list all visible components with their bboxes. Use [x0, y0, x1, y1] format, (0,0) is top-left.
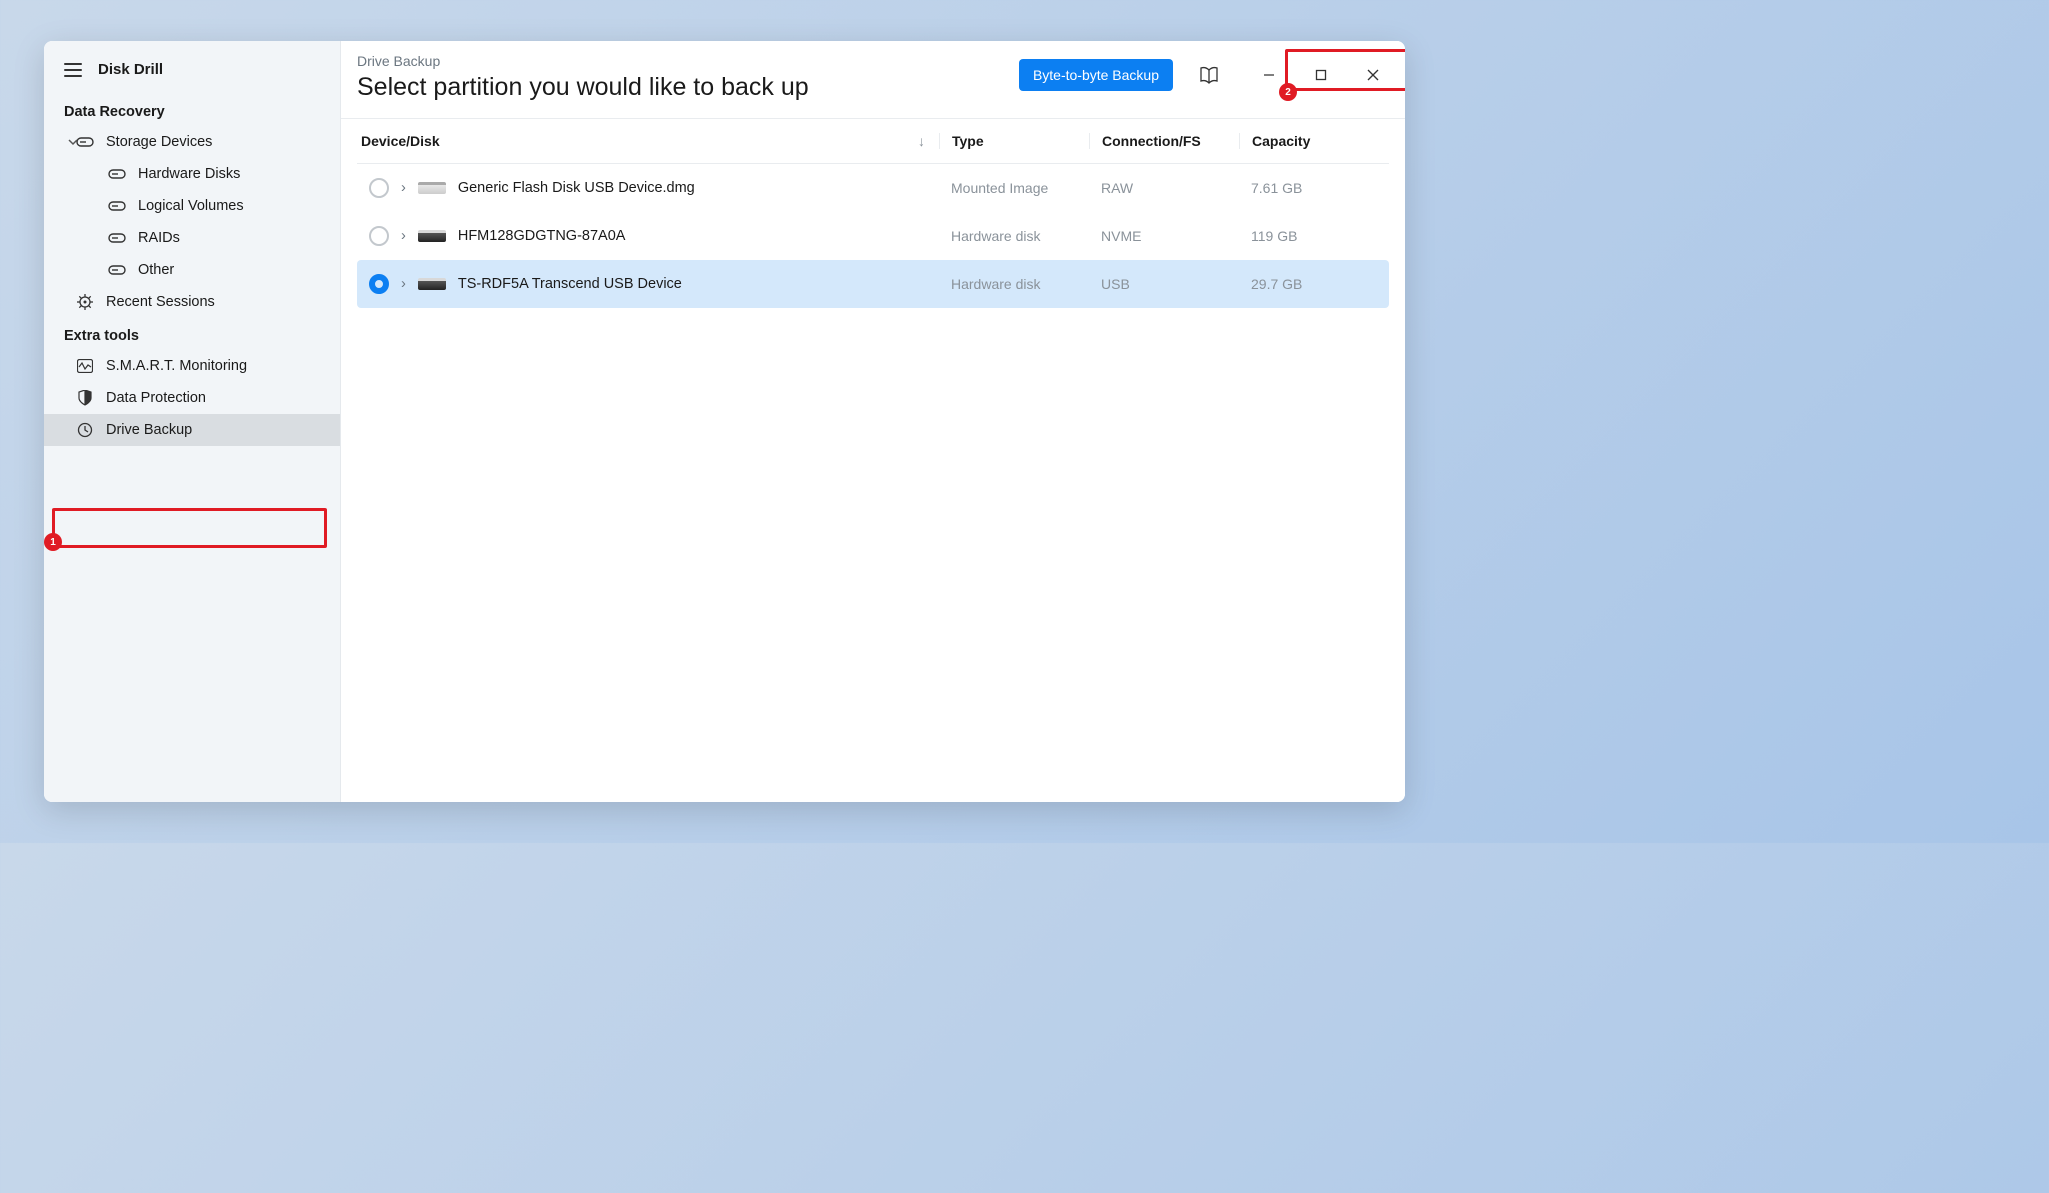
sidebar-item-label: Drive Backup	[106, 422, 192, 438]
main-content: Drive Backup Select partition you would …	[341, 41, 1405, 802]
nav-section-extra-tools: Extra tools	[44, 318, 340, 350]
table-header: Device/Disk ↓ Type Connection/FS Capacit…	[357, 119, 1389, 164]
sidebar-item-data-protection[interactable]: Data Protection	[44, 382, 340, 414]
sidebar-item-label: Logical Volumes	[138, 198, 244, 214]
sidebar-item-label: RAIDs	[138, 230, 180, 246]
sidebar-item-hardware-disks[interactable]: Hardware Disks	[44, 158, 340, 190]
sidebar-item-smart-monitoring[interactable]: S.M.A.R.T. Monitoring	[44, 350, 340, 382]
drive-icon	[418, 182, 446, 194]
sidebar-item-other[interactable]: Other	[44, 254, 340, 286]
device-name: HFM128GDGTNG-87A0A	[458, 228, 626, 244]
radio-button[interactable]	[369, 274, 389, 294]
table-row[interactable]: › Generic Flash Disk USB Device.dmg Moun…	[357, 164, 1389, 212]
breadcrumb: Drive Backup	[357, 53, 1019, 69]
chevron-right-icon[interactable]: ›	[401, 228, 406, 244]
device-capacity: 119 GB	[1239, 228, 1389, 244]
sidebar-item-label: Data Protection	[106, 390, 206, 406]
device-type: Hardware disk	[939, 276, 1089, 292]
radio-button[interactable]	[369, 226, 389, 246]
col-header-connection[interactable]: Connection/FS	[1089, 133, 1239, 149]
annotation-badge-2: 2	[1279, 83, 1297, 101]
device-connection: USB	[1089, 276, 1239, 292]
chevron-down-icon	[68, 137, 78, 147]
app-title: Disk Drill	[98, 61, 163, 78]
disk-icon	[108, 230, 126, 246]
sort-arrow-icon: ↓	[918, 133, 925, 149]
clock-icon	[76, 422, 94, 438]
sidebar-item-label: Other	[138, 262, 174, 278]
col-header-capacity[interactable]: Capacity	[1239, 133, 1389, 149]
sidebar-item-logical-volumes[interactable]: Logical Volumes	[44, 190, 340, 222]
maximize-button[interactable]	[1305, 59, 1337, 91]
table-row[interactable]: › HFM128GDGTNG-87A0A Hardware disk NVME …	[357, 212, 1389, 260]
chevron-right-icon[interactable]: ›	[401, 180, 406, 196]
sidebar-item-label: S.M.A.R.T. Monitoring	[106, 358, 247, 374]
annotation-highlight-1	[52, 508, 327, 548]
nav-section-data-recovery: Data Recovery	[44, 94, 340, 126]
device-capacity: 7.61 GB	[1239, 180, 1389, 196]
sidebar-item-label: Storage Devices	[106, 134, 212, 150]
sidebar-item-label: Hardware Disks	[138, 166, 240, 182]
menu-icon[interactable]	[64, 63, 82, 77]
disk-icon	[108, 198, 126, 214]
sidebar-item-storage-devices[interactable]: Storage Devices	[44, 126, 340, 158]
reader-icon[interactable]	[1193, 59, 1225, 91]
table-row[interactable]: › TS-RDF5A Transcend USB Device Hardware…	[357, 260, 1389, 308]
device-connection: NVME	[1089, 228, 1239, 244]
close-button[interactable]	[1357, 59, 1389, 91]
disk-icon	[108, 166, 126, 182]
col-header-type[interactable]: Type	[939, 133, 1089, 149]
page-title: Select partition you would like to back …	[357, 73, 1019, 102]
sidebar-item-label: Recent Sessions	[106, 294, 215, 310]
drive-icon	[418, 278, 446, 290]
chevron-right-icon[interactable]: ›	[401, 276, 406, 292]
sidebar: Disk Drill Data Recovery Storage Devices…	[44, 41, 341, 802]
sidebar-item-drive-backup[interactable]: Drive Backup	[44, 414, 340, 446]
gear-icon	[76, 294, 94, 310]
radio-button[interactable]	[369, 178, 389, 198]
device-table: Device/Disk ↓ Type Connection/FS Capacit…	[341, 119, 1405, 308]
col-header-label: Device/Disk	[361, 133, 440, 149]
disk-icon	[76, 134, 94, 150]
device-name: TS-RDF5A Transcend USB Device	[458, 276, 682, 292]
shield-icon	[76, 390, 94, 406]
sidebar-item-recent-sessions[interactable]: Recent Sessions	[44, 286, 340, 318]
device-connection: RAW	[1089, 180, 1239, 196]
activity-icon	[76, 358, 94, 374]
sidebar-item-raids[interactable]: RAIDs	[44, 222, 340, 254]
annotation-badge-1: 1	[44, 533, 62, 551]
device-capacity: 29.7 GB	[1239, 276, 1389, 292]
disk-icon	[108, 262, 126, 278]
topbar: Drive Backup Select partition you would …	[341, 41, 1405, 119]
device-type: Hardware disk	[939, 228, 1089, 244]
byte-to-byte-backup-button[interactable]: Byte-to-byte Backup	[1019, 59, 1173, 91]
device-type: Mounted Image	[939, 180, 1089, 196]
device-name: Generic Flash Disk USB Device.dmg	[458, 180, 695, 196]
drive-icon	[418, 230, 446, 242]
col-header-device[interactable]: Device/Disk ↓	[357, 133, 939, 149]
app-window: Disk Drill Data Recovery Storage Devices…	[44, 41, 1405, 802]
